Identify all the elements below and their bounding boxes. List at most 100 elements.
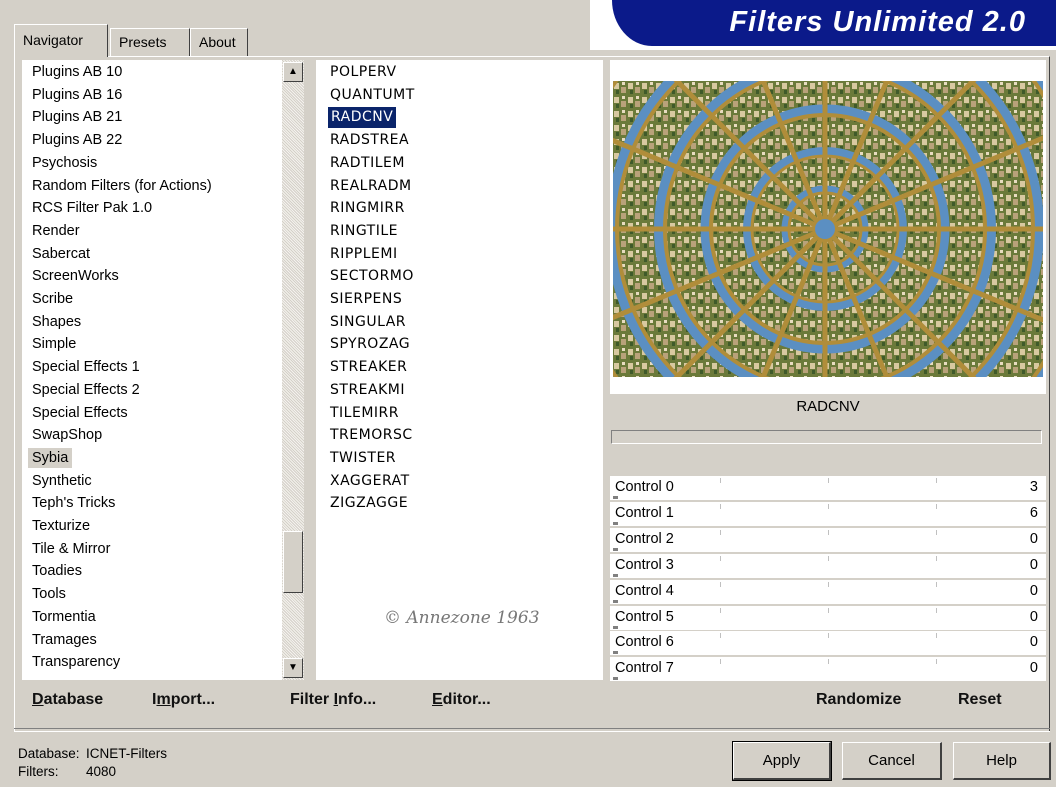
slider-thumb[interactable] xyxy=(613,521,618,525)
apply-button[interactable]: Apply xyxy=(732,741,832,781)
filter-item[interactable]: ZIGZAGGE xyxy=(330,493,408,514)
category-item[interactable]: Plugins AB 22 xyxy=(32,130,122,150)
category-item[interactable]: Scribe xyxy=(32,289,73,309)
database-button[interactable]: Database xyxy=(32,691,103,709)
slider-thumb[interactable] xyxy=(613,573,618,577)
category-item[interactable]: Tools xyxy=(32,584,66,604)
category-item[interactable]: RCS Filter Pak 1.0 xyxy=(32,198,152,218)
database-button-initial: D xyxy=(32,691,44,708)
filter-item[interactable]: RINGTILE xyxy=(330,221,398,242)
filter-item[interactable]: SECTORMO xyxy=(330,266,414,287)
slider-tick xyxy=(936,659,937,665)
cancel-button[interactable]: Cancel xyxy=(842,742,942,780)
filter-item[interactable]: RADCNV xyxy=(328,107,397,129)
category-item[interactable]: Special Effects xyxy=(32,403,128,423)
filter-item[interactable]: TREMORSC xyxy=(330,425,413,446)
filter-item[interactable]: QUANTUMT xyxy=(330,85,415,106)
category-item[interactable]: Special Effects 2 xyxy=(32,380,140,400)
filter-item[interactable]: SIERPENS xyxy=(330,289,402,310)
control-slider[interactable]: Control 5 0 xyxy=(610,605,1046,630)
category-item[interactable]: Transparency xyxy=(32,652,120,672)
category-item[interactable]: Tile & Mirror xyxy=(32,539,110,559)
category-item[interactable]: Sabercat xyxy=(32,244,90,264)
category-scrollbar[interactable]: ▲ ▼ xyxy=(282,60,304,680)
filter-item[interactable]: STREAKER xyxy=(330,357,407,378)
category-item[interactable]: SwapShop xyxy=(32,425,102,445)
slider-tick xyxy=(828,607,829,613)
slider-thumb[interactable] xyxy=(613,547,618,551)
control-slider[interactable]: Control 7 0 xyxy=(610,657,1046,682)
filter-item[interactable]: REALRADM xyxy=(330,176,412,197)
slider-tick xyxy=(936,555,937,561)
slider-tick xyxy=(828,633,829,639)
category-item[interactable]: Plugins AB 10 xyxy=(32,62,122,82)
filter-info-button-first: Filter xyxy=(290,691,334,708)
scroll-up-button[interactable]: ▲ xyxy=(283,62,303,82)
category-item[interactable]: ScreenWorks xyxy=(32,266,119,286)
control-label: Control 0 xyxy=(615,479,674,495)
status-filters-label: Filters: xyxy=(18,764,59,779)
filter-item[interactable]: XAGGERAT xyxy=(330,471,410,492)
import-button[interactable]: Import... xyxy=(152,691,215,709)
filter-list[interactable]: © Annezone 1963 POLPERV QUANTUMT RADCNV RAD… xyxy=(316,60,603,680)
control-value: 0 xyxy=(1029,582,1038,599)
help-button[interactable]: Help xyxy=(953,742,1051,780)
control-slider[interactable]: Control 0 3 xyxy=(610,476,1046,500)
status-database-value: ICNET-Filters xyxy=(86,746,167,761)
app-title: Filters Unlimited 2.0 xyxy=(729,6,1026,38)
category-item[interactable]: Psychosis xyxy=(32,153,97,173)
slider-tick xyxy=(828,478,829,483)
tab-navigator[interactable]: Navigator xyxy=(14,24,108,57)
tab-about[interactable]: About xyxy=(190,28,248,56)
tab-presets[interactable]: Presets xyxy=(110,28,190,56)
slider-thumb[interactable] xyxy=(613,651,618,655)
slider-tick xyxy=(828,555,829,561)
scroll-down-button[interactable]: ▼ xyxy=(283,658,303,678)
control-slider[interactable]: Control 6 0 xyxy=(610,631,1046,656)
category-item[interactable]: Teph's Tricks xyxy=(32,493,115,513)
category-item[interactable]: Toadies xyxy=(32,561,82,581)
slider-thumb[interactable] xyxy=(613,677,618,681)
filter-item[interactable]: RADTILEM xyxy=(330,153,405,174)
category-item[interactable]: Texturize xyxy=(32,516,90,536)
control-slider[interactable]: Control 1 6 xyxy=(610,501,1046,526)
reset-button[interactable]: Reset xyxy=(958,691,1002,709)
filter-item[interactable]: RINGMIRR xyxy=(330,198,405,219)
status-filters-value: 4080 xyxy=(86,764,117,779)
category-item[interactable]: Plugins AB 21 xyxy=(32,107,122,127)
control-value: 0 xyxy=(1029,556,1038,573)
category-list[interactable]: Plugins AB 10 Plugins AB 16 Plugins AB 21 P… xyxy=(22,60,282,680)
title-banner-fill: Filters Unlimited 2.0 xyxy=(612,0,1056,46)
category-item[interactable]: Tormentia xyxy=(32,607,96,627)
filter-item[interactable]: RIPPLEMI xyxy=(330,244,398,265)
slider-tick xyxy=(936,503,937,509)
control-slider[interactable]: Control 2 0 xyxy=(610,527,1046,552)
category-item[interactable]: Plugins AB 16 xyxy=(32,85,122,105)
filter-item[interactable]: TWISTER xyxy=(330,448,396,469)
slider-thumb[interactable] xyxy=(613,496,618,499)
randomize-button[interactable]: Randomize xyxy=(816,691,901,709)
category-item[interactable]: Render xyxy=(32,221,80,241)
category-item[interactable]: Synthetic xyxy=(32,471,92,491)
progress-bar xyxy=(611,430,1042,444)
category-item[interactable]: Random Filters (for Actions) xyxy=(32,176,212,196)
filter-item[interactable]: TILEMIRR xyxy=(330,403,399,424)
scroll-thumb[interactable] xyxy=(283,531,303,593)
category-item[interactable]: Sybia xyxy=(28,447,73,468)
filter-item[interactable]: SPYROZAG xyxy=(330,334,410,355)
control-slider[interactable]: Control 3 0 xyxy=(610,553,1046,578)
filter-item[interactable]: SINGULAR xyxy=(330,312,406,333)
slider-thumb[interactable] xyxy=(613,599,618,603)
watermark-signature: © Annezone 1963 xyxy=(384,608,540,628)
category-item[interactable]: Simple xyxy=(32,334,76,354)
category-item[interactable]: Special Effects 1 xyxy=(32,357,140,377)
filter-item[interactable]: STREAKMI xyxy=(330,380,405,401)
editor-button[interactable]: Editor... xyxy=(432,691,491,709)
category-item[interactable]: Tramages xyxy=(32,630,97,650)
category-item[interactable]: Shapes xyxy=(32,312,81,332)
control-slider[interactable]: Control 4 0 xyxy=(610,579,1046,604)
filter-item[interactable]: RADSTREA xyxy=(330,130,409,151)
filter-item[interactable]: POLPERV xyxy=(330,62,397,83)
filter-info-button[interactable]: Filter Info... xyxy=(290,691,376,709)
slider-thumb[interactable] xyxy=(613,625,618,629)
